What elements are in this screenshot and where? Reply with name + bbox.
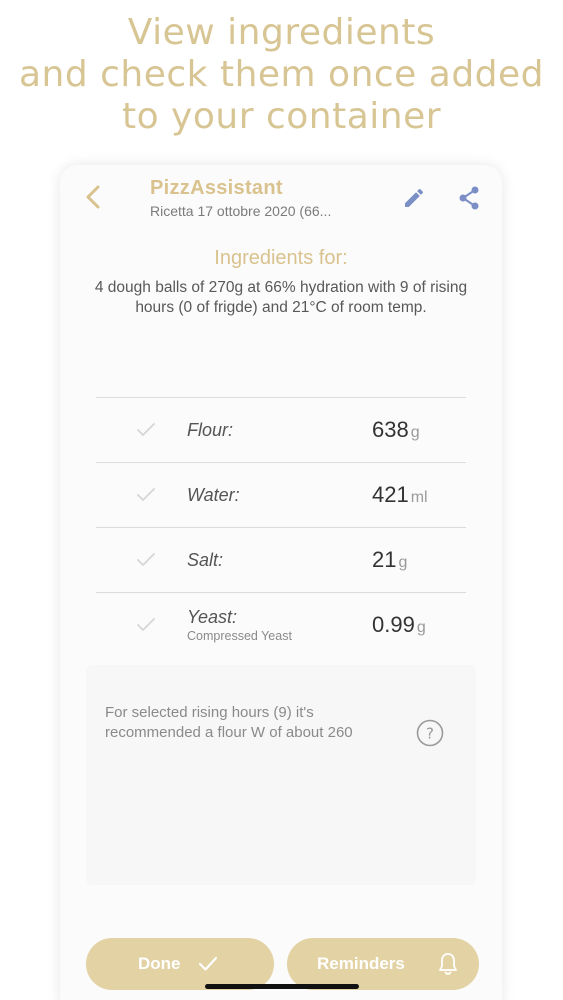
back-button[interactable] (82, 182, 104, 212)
promo-line-2: and check them once added (18, 54, 545, 95)
checkmark-icon[interactable] (136, 422, 156, 438)
edit-button[interactable] (402, 186, 426, 210)
ingredient-unit: ml (410, 489, 428, 506)
ingredient-quantity: 0.99 g (372, 612, 426, 638)
ingredient-value: 638 (372, 417, 409, 442)
promo-caption: View ingredients and check them once add… (0, 12, 563, 138)
ingredient-value: 421 (372, 482, 409, 507)
done-label: Done (138, 954, 181, 973)
checkmark-icon[interactable] (136, 552, 156, 568)
recipe-description: 4 dough balls of 270g at 66% hydration w… (94, 279, 468, 316)
done-button[interactable]: Done (86, 938, 274, 990)
ingredients-heading: Ingredients for: (214, 247, 348, 269)
svg-text:?: ? (426, 725, 434, 743)
question-circle-icon: ? (416, 719, 444, 747)
ingredient-unit: g (410, 424, 420, 441)
ingredient-subtitle: Compressed Yeast (187, 629, 292, 643)
ingredient-name: Flour: (187, 420, 234, 440)
recipe-name: Ricetta 17 ottobre 2020 (66... (150, 203, 332, 219)
ingredient-name: Water: (187, 485, 240, 505)
ingredient-unit: g (416, 619, 426, 636)
help-button[interactable]: ? (416, 719, 444, 747)
checkmark-icon[interactable] (136, 487, 156, 503)
ingredient-name: Yeast: (187, 607, 238, 627)
pencil-icon (405, 188, 424, 207)
ingredient-row-flour[interactable]: Flour: 638 g (96, 397, 466, 462)
app-title: PizzAssistant (150, 177, 283, 199)
ingredient-quantity: 638 g (372, 417, 420, 443)
flour-recommendation-box: For selected rising hours (9) it's recom… (86, 665, 476, 885)
ingredient-quantity: 21 g (372, 547, 407, 573)
reminders-label: Reminders (317, 954, 405, 973)
ingredient-value: 0.99 (372, 612, 415, 637)
checkmark-icon (198, 956, 218, 971)
ingredient-quantity: 421 ml (372, 482, 428, 508)
flour-recommendation-text: For selected rising hours (9) it's recom… (105, 704, 353, 741)
ingredient-value: 21 (372, 547, 397, 572)
ingredient-unit: g (398, 554, 408, 571)
share-icon (459, 186, 479, 210)
promo-line-3: to your container (121, 96, 442, 137)
checkmark-icon[interactable] (136, 617, 156, 633)
ingredient-row-yeast[interactable]: Yeast: Compressed Yeast 0.99 g (96, 592, 466, 657)
recipe-card: PizzAssistant Ricetta 17 ottobre 2020 (6… (60, 165, 502, 1000)
promo-line-1: View ingredients (127, 12, 436, 53)
ingredient-list: Flour: 638 g Water: 421 ml Salt: 21 g Yeast… (96, 397, 466, 657)
bell-icon (439, 953, 457, 975)
top-bar: PizzAssistant Ricetta 17 ottobre 2020 (6… (60, 165, 502, 235)
ingredient-row-salt[interactable]: Salt: 21 g (96, 527, 466, 592)
home-indicator[interactable] (205, 984, 359, 989)
ingredient-name: Salt: (187, 550, 224, 570)
chevron-left-icon (86, 185, 100, 209)
share-button[interactable] (457, 185, 481, 211)
ingredient-row-water[interactable]: Water: 421 ml (96, 462, 466, 527)
reminders-button[interactable]: Reminders (287, 938, 479, 990)
